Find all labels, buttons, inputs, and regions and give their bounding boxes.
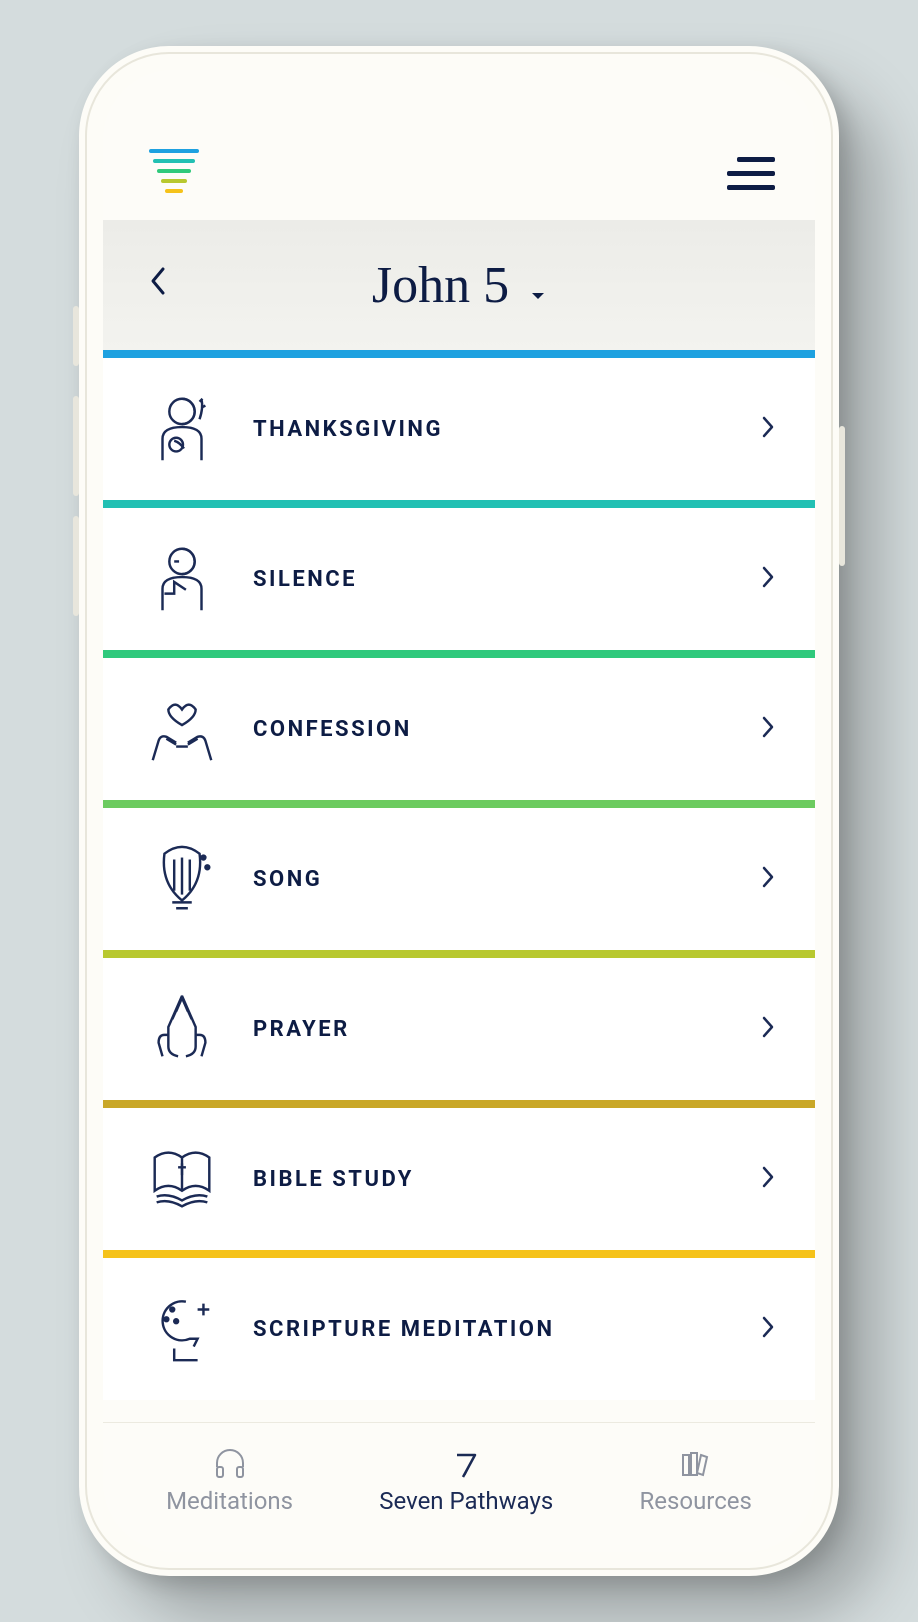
back-button[interactable] [143,265,173,305]
silence-icon [143,540,221,618]
pathway-label: SCRIPTURE MEDITATION [253,1317,761,1342]
chevron-right-icon [761,412,775,447]
pathway-label: SONG [253,867,761,892]
pathway-item-prayer[interactable]: PRAYER [103,950,815,1100]
pathway-label: SILENCE [253,567,761,592]
song-icon [143,840,221,918]
menu-button[interactable] [727,157,775,193]
page-title: John 5 [372,257,509,314]
page-title-dropdown[interactable]: John 5 [173,256,745,315]
books-icon [679,1447,713,1481]
app-screen: John 5 THANKSGIVING SILENCE CONFESSION SONG… [103,70,815,1552]
pathway-item-scripture-meditation[interactable]: SCRIPTURE MEDITATION [103,1250,815,1400]
pathway-label: PRAYER [253,1017,761,1042]
chevron-right-icon [761,1012,775,1047]
pathway-label: THANKSGIVING [253,417,761,442]
nav-books[interactable]: Resources [639,1447,751,1515]
thanksgiving-icon [143,390,221,468]
scripture-meditation-icon [143,1290,221,1368]
chevron-right-icon [761,1162,775,1197]
app-logo-icon[interactable] [143,145,203,205]
bottom-nav: Meditations Seven Pathways Resources [103,1422,815,1552]
chevron-right-icon [761,712,775,747]
phone-mockup: John 5 THANKSGIVING SILENCE CONFESSION SONG… [79,46,839,1576]
pathway-item-thanksgiving[interactable]: THANKSGIVING [103,350,815,500]
chevron-right-icon [761,862,775,897]
nav-label: Meditations [166,1487,293,1515]
seven-icon [449,1447,483,1481]
pathway-label: CONFESSION [253,717,761,742]
pathways-list: THANKSGIVING SILENCE CONFESSION SONG PRAYER B… [103,350,815,1422]
nav-label: Resources [639,1487,751,1515]
title-bar: John 5 [103,220,815,350]
chevron-right-icon [761,1312,775,1347]
pathway-item-bible-study[interactable]: BIBLE STUDY [103,1100,815,1250]
nav-seven[interactable]: Seven Pathways [379,1447,553,1515]
chevron-right-icon [761,562,775,597]
pathway-item-silence[interactable]: SILENCE [103,500,815,650]
top-bar [103,70,815,220]
prayer-icon [143,990,221,1068]
caret-down-icon [530,256,546,315]
pathway-item-confession[interactable]: CONFESSION [103,650,815,800]
pathway-item-song[interactable]: SONG [103,800,815,950]
nav-headphones[interactable]: Meditations [166,1447,293,1515]
confession-icon [143,690,221,768]
bible-study-icon [143,1140,221,1218]
pathway-label: BIBLE STUDY [253,1167,761,1192]
headphones-icon [213,1447,247,1481]
nav-label: Seven Pathways [379,1487,553,1515]
